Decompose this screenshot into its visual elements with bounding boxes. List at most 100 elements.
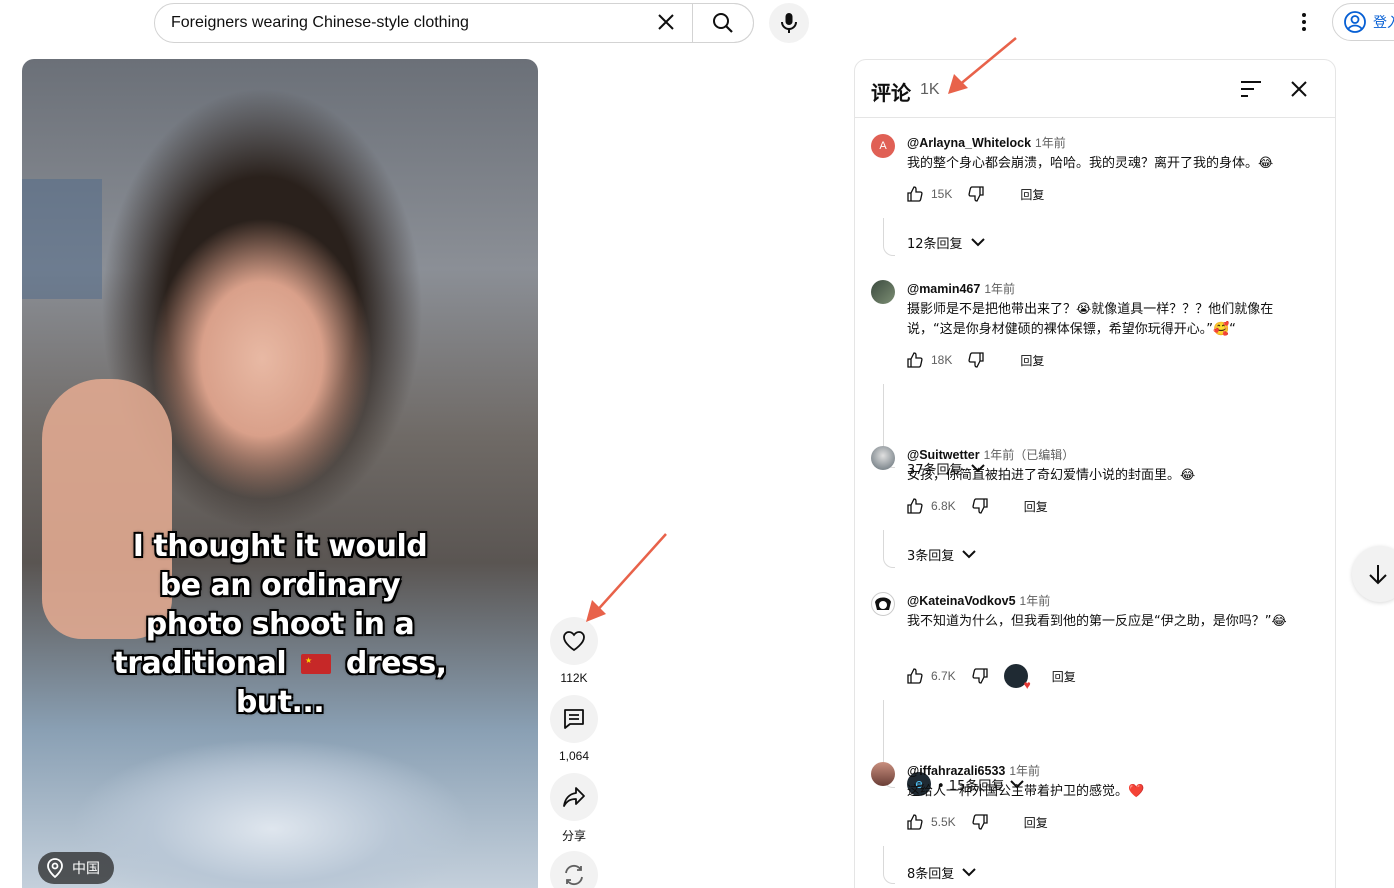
remix-button[interactable] [550, 851, 598, 888]
comment-text: 我的整个身心都会崩溃，哈哈。我的灵魂？离开了我的身体。😂 [907, 156, 1274, 171]
thumb-up-icon [907, 668, 923, 684]
sort-icon [1241, 81, 1261, 97]
comment-time[interactable]: 1年前 [984, 282, 1015, 296]
comments-header: 评论 1K [855, 60, 1335, 118]
comment-actions: 18K 回复 [907, 348, 1044, 372]
comment-reply-button[interactable]: 回复 [1020, 352, 1044, 369]
search-button[interactable] [692, 3, 754, 43]
close-icon [658, 14, 674, 30]
comment-text: 我不知道为什么，但我看到他的第一反应是“伊之助，是你吗？”😂 [907, 614, 1287, 629]
avatar-letter: A [879, 140, 887, 152]
more-options-button[interactable] [1290, 8, 1318, 36]
more-vert-icon [1302, 13, 1306, 31]
remix-action[interactable] [550, 851, 598, 888]
avatar[interactable] [871, 762, 895, 786]
comment-like-count: 5.5K [931, 815, 956, 829]
view-replies-button[interactable]: 3条回复 [907, 542, 976, 566]
comments-panel: 评论 1K A @Arlayna_Whitelock 1年前 我的整个身心都会崩溃… [854, 59, 1336, 888]
next-video-button[interactable] [1352, 546, 1394, 602]
location-chip[interactable]: 中国 [38, 852, 114, 884]
comment-button[interactable] [550, 695, 598, 743]
comment-actions: 5.5K 回复 [907, 810, 1048, 834]
avatar[interactable] [871, 446, 895, 470]
comment-action[interactable]: 1,064 [550, 695, 598, 763]
comment-dislike-button[interactable] [968, 186, 985, 202]
view-replies-button[interactable]: 8条回复 [907, 860, 976, 884]
comment-text: 摄影师是不是把他带出来了？😭就像道具一样？？？他们就像在说，“这是你身材健硕的裸… [907, 302, 1274, 337]
china-flag-icon: ★ [301, 654, 331, 674]
search-input[interactable]: Foreigners wearing Chinese-style clothin… [171, 14, 469, 32]
comment-meta: @KateinaVodkov5 1年前 [907, 592, 1050, 609]
chevron-down-icon [962, 868, 976, 877]
comment-meta: @Arlayna_Whitelock 1年前 [907, 134, 1066, 151]
close-comments-button[interactable] [1286, 77, 1312, 101]
comment-dislike-button[interactable] [972, 498, 988, 514]
thumb-up-icon [907, 498, 923, 514]
thumb-up-icon [907, 814, 923, 830]
comment-author[interactable]: @iffahrazali6533 [907, 764, 1005, 778]
comment-reply-button[interactable]: 回复 [1020, 186, 1044, 203]
comment-author[interactable]: @mamin467 [907, 282, 980, 296]
comment-reply-button[interactable]: 回复 [1052, 668, 1076, 685]
thumb-down-icon [972, 668, 988, 684]
view-replies-button[interactable]: 12条回复 [907, 230, 985, 254]
sort-comments-button[interactable] [1238, 77, 1264, 101]
comment-like-count: 18K [931, 353, 953, 367]
comment-dislike-button[interactable] [968, 352, 985, 368]
comment-time[interactable]: 1年前（已编辑） [984, 448, 1075, 462]
account-circle-icon [1344, 11, 1366, 33]
comment-time[interactable]: 1年前 [1035, 136, 1066, 150]
voice-search-button[interactable] [769, 3, 809, 43]
comment-text: 女孩，你简直被拍进了奇幻爱情小说的封面里。😂 [907, 468, 1196, 483]
avatar[interactable] [871, 592, 895, 616]
svg-text:★: ★ [305, 656, 312, 665]
comment-reply-button[interactable]: 回复 [1024, 498, 1048, 515]
comment-time[interactable]: 1年前 [1009, 764, 1040, 778]
comment-like-button[interactable]: 5.5K [907, 814, 956, 830]
comment-like-button[interactable]: 18K [907, 352, 952, 368]
thumb-down-icon [968, 352, 985, 368]
replies-label: 8条回复 [907, 866, 955, 882]
replies-label: 3条回复 [907, 548, 955, 564]
remix-icon [565, 864, 583, 886]
comment-like-button[interactable]: 6.7K [907, 668, 956, 684]
comment-like-count: 6.7K [931, 669, 956, 683]
thumb-up-icon [907, 352, 923, 368]
comment-like-button[interactable]: 6.8K [907, 498, 956, 514]
comments-title: 评论 [871, 81, 911, 105]
like-button[interactable] [550, 617, 598, 665]
thread-line [883, 846, 895, 884]
sign-in-label: 登入 [1373, 14, 1394, 30]
comment-like-button[interactable]: 15K [907, 186, 952, 202]
clear-search-button[interactable] [652, 8, 680, 36]
comment-dislike-button[interactable] [972, 814, 988, 830]
video-caption: I thought it would be an ordinary photo … [113, 529, 447, 720]
thread-line [883, 530, 895, 568]
comment-icon [564, 709, 584, 729]
comment-time[interactable]: 1年前 [1020, 594, 1051, 608]
heart-icon [563, 631, 585, 652]
comment-author[interactable]: @KateinaVodkov5 [907, 594, 1016, 608]
sign-in-button[interactable]: 登入 [1332, 3, 1394, 41]
like-action[interactable]: 112K [550, 617, 598, 685]
arrow-down-icon [1369, 565, 1387, 585]
comment-reply-button[interactable]: 回复 [1024, 814, 1048, 831]
share-button[interactable] [550, 773, 598, 821]
creator-heart-badge [1003, 664, 1031, 692]
replies-label: 12条回复 [907, 236, 963, 252]
comment-author[interactable]: @Suitwetter [907, 448, 980, 462]
comments-count: 1K [920, 81, 940, 98]
avatar[interactable]: A [871, 134, 895, 158]
comment-count: 1,064 [558, 749, 590, 763]
comment-dislike-button[interactable] [972, 668, 988, 684]
search-icon [712, 13, 733, 33]
close-icon [1291, 81, 1307, 97]
share-icon [563, 787, 585, 807]
comment-author[interactable]: @Arlayna_Whitelock [907, 136, 1031, 150]
short-video-player[interactable]: I thought it would be an ordinary photo … [22, 59, 538, 888]
chevron-down-icon [962, 550, 976, 559]
share-action[interactable]: 分享 [550, 773, 598, 844]
avatar[interactable] [871, 280, 895, 304]
comment-actions: 15K 回复 [907, 182, 1044, 206]
comment-meta: @Suitwetter 1年前（已编辑） [907, 446, 1074, 463]
